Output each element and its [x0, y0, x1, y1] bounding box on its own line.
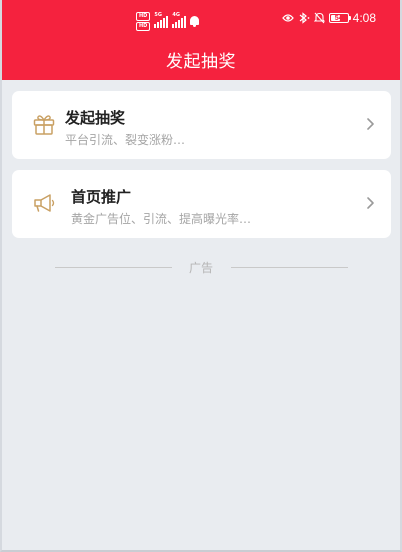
signal-5g-icon: 5G [154, 12, 169, 28]
status-right-icons: 54 4:08 [281, 11, 376, 25]
divider-line [231, 267, 348, 268]
card-title: 首页推广 [71, 188, 132, 206]
eye-icon [281, 14, 294, 22]
page-title: 发起抽奖 [166, 52, 236, 72]
status-bar: HD HD 5G 4G 54 4:08 [2, 8, 400, 36]
launch-lottery-card[interactable]: 发起抽奖 平台引流、裂变涨粉… [12, 91, 391, 159]
status-left-icons: HD HD 5G 4G [136, 12, 200, 31]
gift-icon [33, 115, 55, 135]
notification-bell-icon [190, 16, 200, 27]
signal-4g-icon: 4G [172, 12, 187, 28]
chevron-right-icon [367, 118, 374, 130]
battery-level: 54 [334, 15, 343, 22]
signal-tag: 5G [154, 11, 162, 18]
bluetooth-icon [299, 12, 310, 24]
hd-label: HD [136, 22, 151, 31]
mute-icon [313, 12, 325, 24]
card-title: 发起抽奖 [65, 109, 126, 127]
status-time: 4:08 [352, 11, 376, 25]
card-subtitle: 黄金广告位、引流、提高曝光率… [71, 212, 252, 226]
battery-icon: 54 [328, 13, 351, 23]
chevron-right-icon [367, 197, 374, 209]
card-subtitle: 平台引流、裂变涨粉… [65, 133, 186, 147]
hd-icon: HD HD [136, 12, 151, 31]
homepage-promotion-card[interactable]: 首页推广 黄金广告位、引流、提高曝光率… [12, 170, 391, 238]
app-header: HD HD 5G 4G 54 4:08 发起抽奖 [2, 0, 400, 80]
signal-tag: 4G [172, 11, 180, 18]
ad-divider: 广告 [2, 259, 400, 275]
app-screen: HD HD 5G 4G 54 4:08 发起抽奖 发起抽奖 平台引流、裂变涨粉…… [0, 0, 402, 552]
hd-label: HD [136, 12, 151, 21]
megaphone-icon [34, 194, 55, 212]
